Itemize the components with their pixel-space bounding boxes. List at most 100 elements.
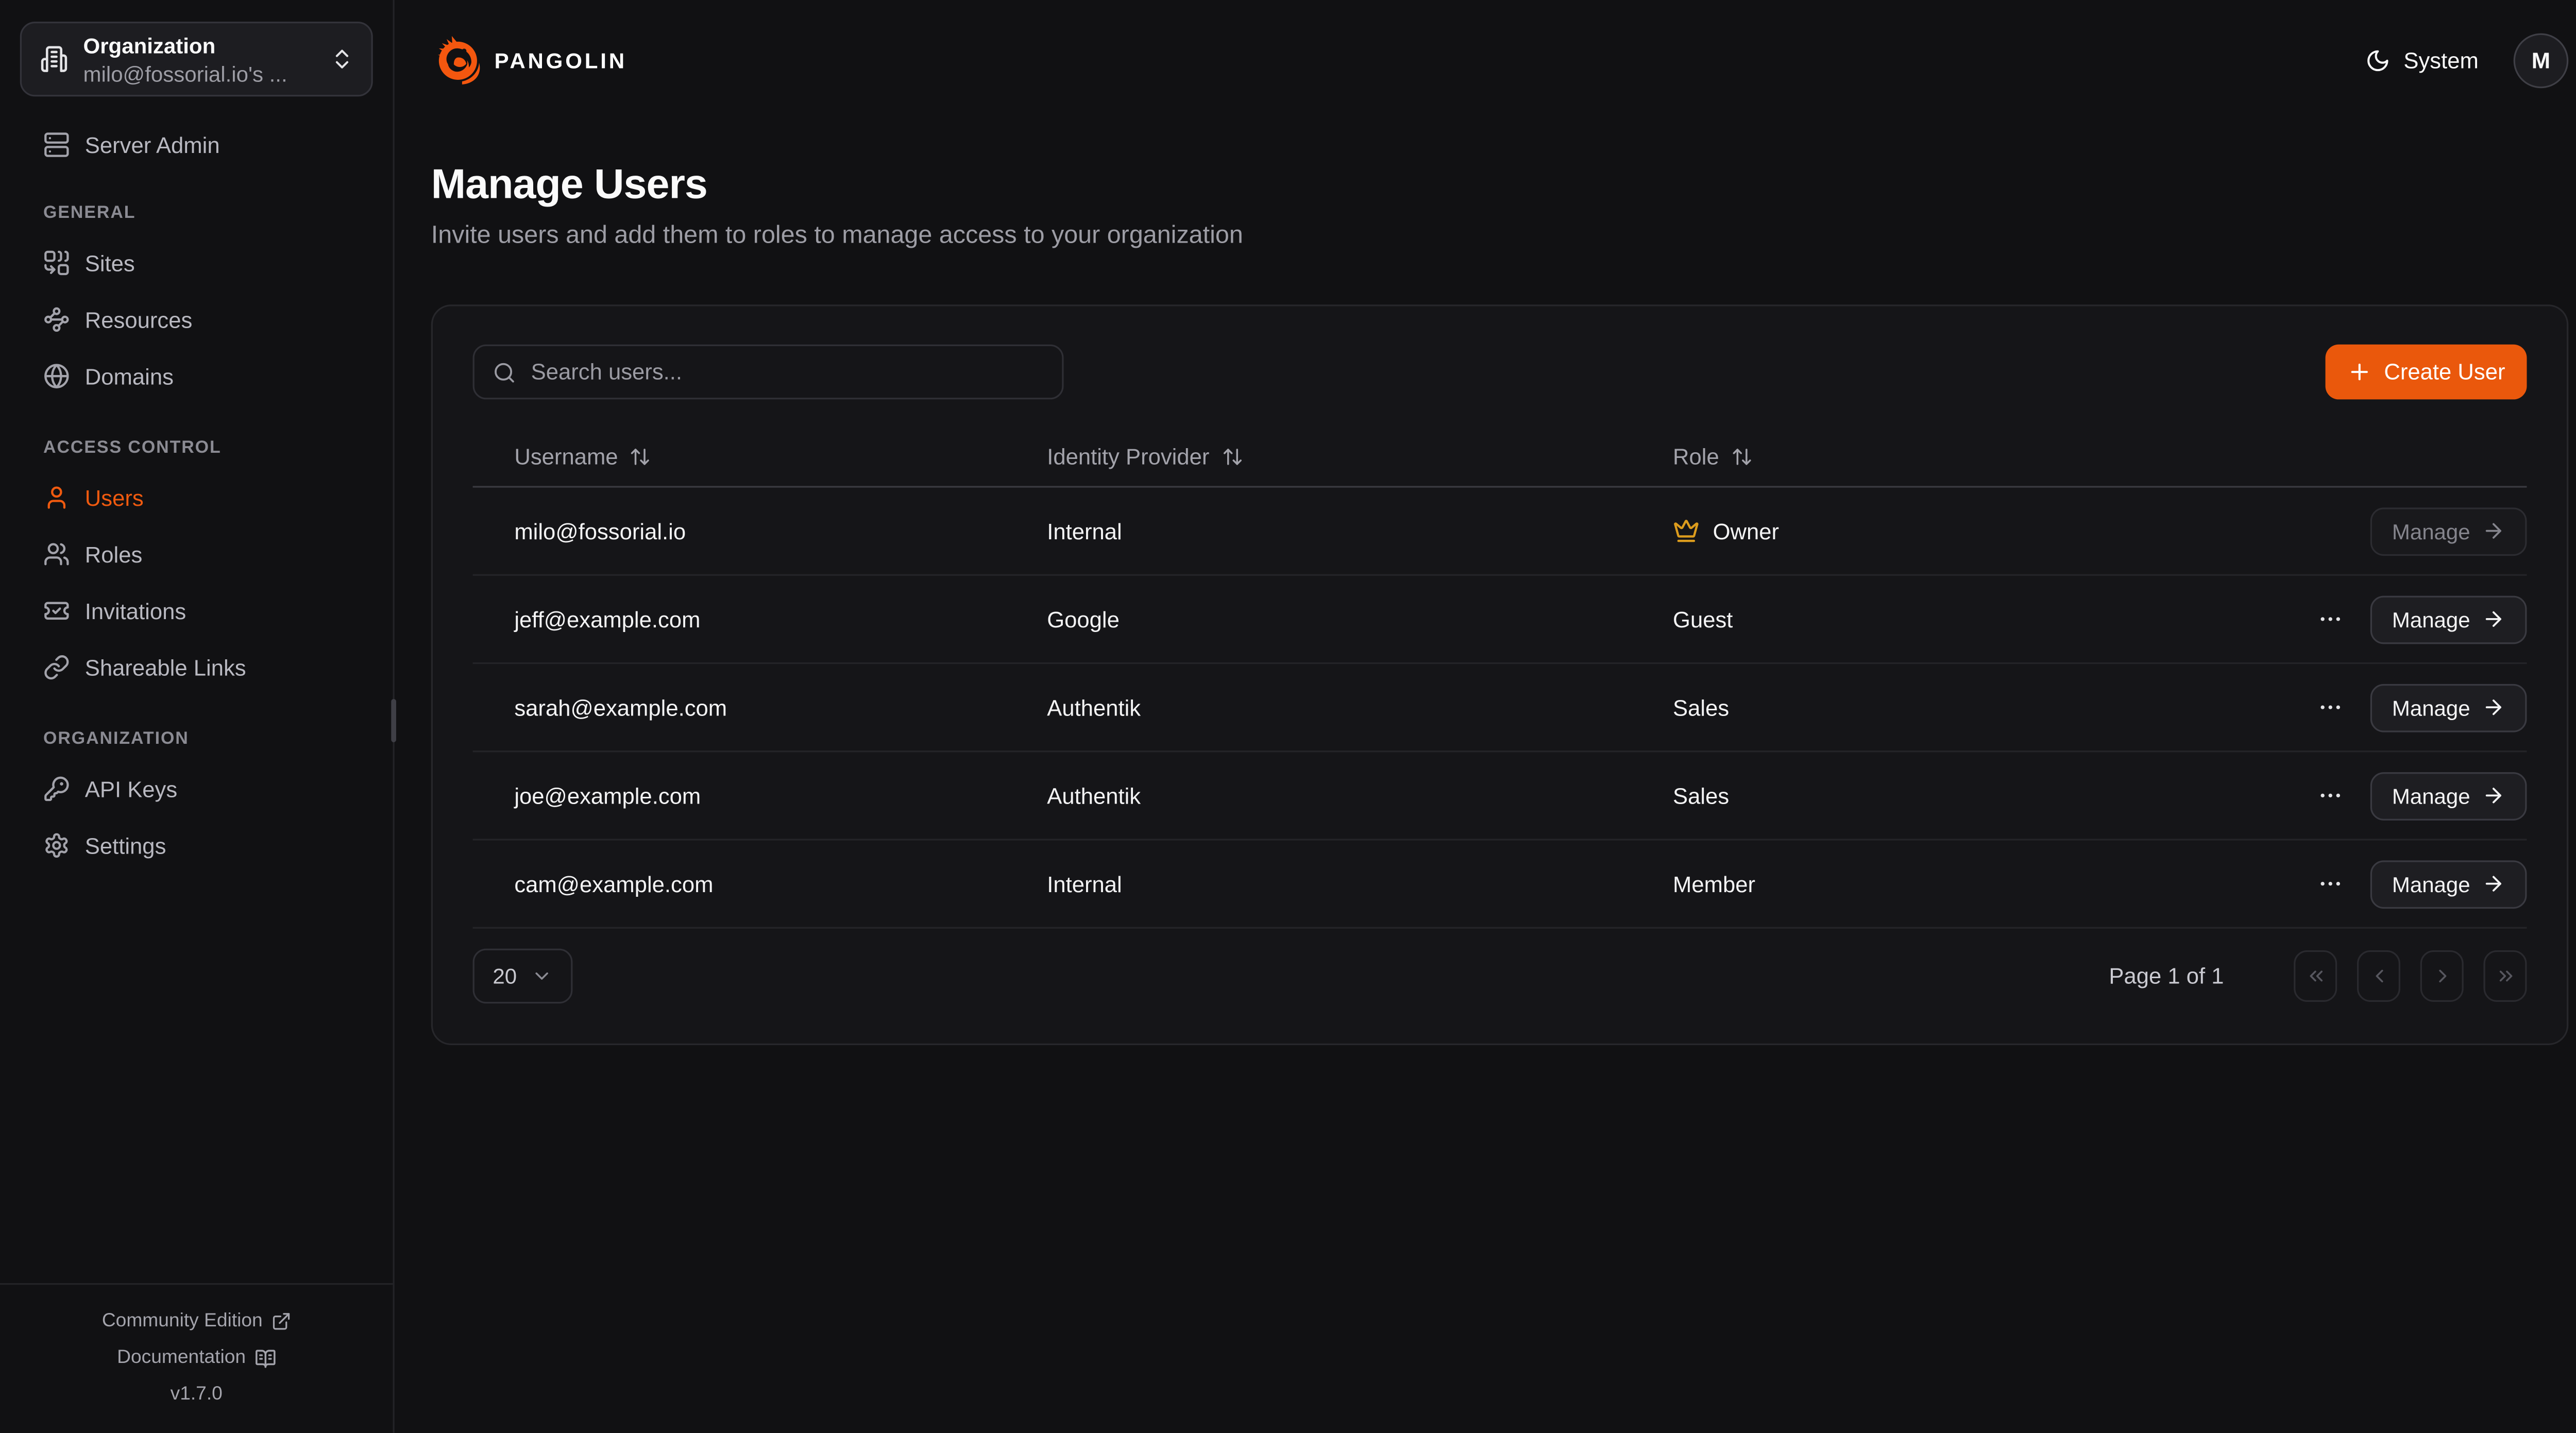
page-size-select[interactable]: 20 bbox=[473, 949, 573, 1004]
book-open-icon bbox=[254, 1347, 276, 1369]
row-menu-button[interactable] bbox=[2307, 684, 2353, 730]
pangolin-logo-icon bbox=[431, 34, 483, 86]
sidebar-item-sites[interactable]: Sites bbox=[20, 238, 373, 288]
sidebar-item-settings[interactable]: Settings bbox=[20, 821, 373, 871]
cell-username: sarah@example.com bbox=[514, 695, 1047, 720]
chevron-left-icon bbox=[2368, 965, 2389, 987]
chevrons-up-down-icon bbox=[330, 46, 354, 71]
key-icon bbox=[43, 776, 70, 803]
column-header-username[interactable]: Username bbox=[514, 445, 1047, 469]
plus-icon bbox=[2347, 360, 2372, 384]
sidebar-item-shareable-links[interactable]: Shareable Links bbox=[20, 642, 373, 692]
sidebar-item-api-keys[interactable]: API Keys bbox=[20, 764, 373, 814]
sidebar-item-label: Server Admin bbox=[85, 132, 220, 157]
role-label: Sales bbox=[1673, 695, 1729, 720]
manage-label: Manage bbox=[2392, 871, 2470, 896]
table-row: sarah@example.com Authentik Sales Manage bbox=[473, 664, 2527, 752]
next-page-button[interactable] bbox=[2420, 950, 2464, 1002]
sidebar-item-domains[interactable]: Domains bbox=[20, 351, 373, 401]
brand[interactable]: PANGOLIN bbox=[431, 34, 627, 86]
role-label: Member bbox=[1673, 871, 1755, 896]
column-header-identity-provider[interactable]: Identity Provider bbox=[1047, 445, 1673, 469]
row-actions: Manage bbox=[2307, 860, 2527, 908]
card-toolbar: Create User bbox=[473, 345, 2527, 400]
org-selector-text: Organization milo@fossorial.io's ... bbox=[83, 32, 315, 86]
row-menu-button[interactable] bbox=[2307, 596, 2353, 642]
search-icon bbox=[493, 360, 516, 383]
manage-button[interactable]: Manage bbox=[2370, 860, 2527, 908]
row-menu-button[interactable] bbox=[2307, 772, 2353, 818]
theme-label: System bbox=[2403, 47, 2478, 72]
sidebar-item-label: Resources bbox=[85, 307, 192, 332]
page-size-value: 20 bbox=[493, 964, 517, 988]
row-menu-button[interactable] bbox=[2307, 860, 2353, 907]
pagination: Page 1 of 1 bbox=[2109, 950, 2527, 1002]
moon-icon bbox=[2365, 47, 2390, 72]
community-edition-label: Community Edition bbox=[102, 1311, 263, 1332]
theme-toggle-button[interactable]: System bbox=[2365, 47, 2479, 72]
create-user-button[interactable]: Create User bbox=[2326, 345, 2527, 400]
community-edition-link[interactable]: Community Edition bbox=[0, 1303, 393, 1340]
sidebar-resize-handle[interactable] bbox=[391, 699, 396, 742]
sort-icon bbox=[630, 446, 651, 468]
external-link-icon bbox=[271, 1311, 291, 1332]
search-box bbox=[473, 345, 1064, 400]
sidebar-item-roles[interactable]: Roles bbox=[20, 529, 373, 579]
table-row: joe@example.com Authentik Sales Manage bbox=[473, 752, 2527, 840]
documentation-link[interactable]: Documentation bbox=[0, 1340, 393, 1376]
crown-icon bbox=[1673, 518, 1700, 544]
row-actions: Manage bbox=[2307, 683, 2527, 731]
ellipsis-icon bbox=[2317, 871, 2344, 897]
link-icon bbox=[43, 654, 70, 681]
sidebar-item-users[interactable]: Users bbox=[20, 473, 373, 523]
sidebar-item-server-admin[interactable]: Server Admin bbox=[20, 120, 373, 170]
arrow-right-icon bbox=[2482, 607, 2505, 630]
page-label: Page 1 of 1 bbox=[2109, 964, 2224, 988]
ticket-check-icon bbox=[43, 598, 70, 624]
cell-identity-provider: Internal bbox=[1047, 518, 1673, 543]
manage-label: Manage bbox=[2392, 695, 2470, 720]
avatar-initial: M bbox=[2532, 47, 2550, 72]
org-selector[interactable]: Organization milo@fossorial.io's ... bbox=[20, 22, 373, 96]
sidebar-item-resources[interactable]: Resources bbox=[20, 295, 373, 345]
manage-label: Manage bbox=[2392, 783, 2470, 808]
arrow-right-icon bbox=[2482, 872, 2505, 895]
chevrons-right-icon bbox=[2495, 965, 2516, 987]
sidebar-section-organization: ORGANIZATION bbox=[20, 729, 373, 749]
manage-button[interactable]: Manage bbox=[2370, 772, 2527, 820]
cell-identity-provider: Authentik bbox=[1047, 783, 1673, 808]
gear-icon bbox=[43, 832, 70, 859]
column-header-role[interactable]: Role bbox=[1673, 445, 2527, 469]
table-footer: 20 Page 1 of 1 bbox=[473, 949, 2527, 1004]
sidebar-section-general: GENERAL bbox=[20, 203, 373, 223]
ellipsis-icon bbox=[2317, 782, 2344, 809]
sidebar-item-label: Domains bbox=[85, 364, 174, 388]
column-label: Role bbox=[1673, 445, 1719, 469]
manage-button: Manage bbox=[2370, 507, 2527, 555]
manage-button[interactable]: Manage bbox=[2370, 683, 2527, 731]
last-page-button[interactable] bbox=[2484, 950, 2527, 1002]
first-page-button[interactable] bbox=[2294, 950, 2337, 1002]
globe-icon bbox=[43, 363, 70, 389]
sidebar: Organization milo@fossorial.io's ... Ser… bbox=[0, 0, 395, 1433]
cell-username: jeff@example.com bbox=[514, 607, 1047, 632]
sidebar-item-label: Shareable Links bbox=[85, 655, 246, 679]
manage-button[interactable]: Manage bbox=[2370, 595, 2527, 643]
search-input[interactable] bbox=[531, 360, 1044, 384]
sort-icon bbox=[1221, 446, 1243, 468]
building-icon bbox=[40, 45, 69, 73]
documentation-label: Documentation bbox=[117, 1348, 246, 1368]
table-header: Username Identity Provider Role bbox=[473, 399, 2527, 487]
sidebar-item-invitations[interactable]: Invitations bbox=[20, 586, 373, 636]
cell-identity-provider: Authentik bbox=[1047, 695, 1673, 720]
role-label: Sales bbox=[1673, 783, 1729, 808]
sidebar-footer: Community Edition Documentation v1.7.0 bbox=[0, 1283, 393, 1433]
org-selector-value: milo@fossorial.io's ... bbox=[83, 61, 315, 86]
page-title: Manage Users bbox=[431, 161, 2568, 210]
sidebar-item-label: Settings bbox=[85, 833, 166, 858]
manage-label: Manage bbox=[2392, 518, 2470, 543]
org-selector-label: Organization bbox=[83, 32, 315, 57]
avatar[interactable]: M bbox=[2514, 32, 2569, 88]
brand-name: PANGOLIN bbox=[495, 47, 627, 72]
previous-page-button[interactable] bbox=[2357, 950, 2400, 1002]
